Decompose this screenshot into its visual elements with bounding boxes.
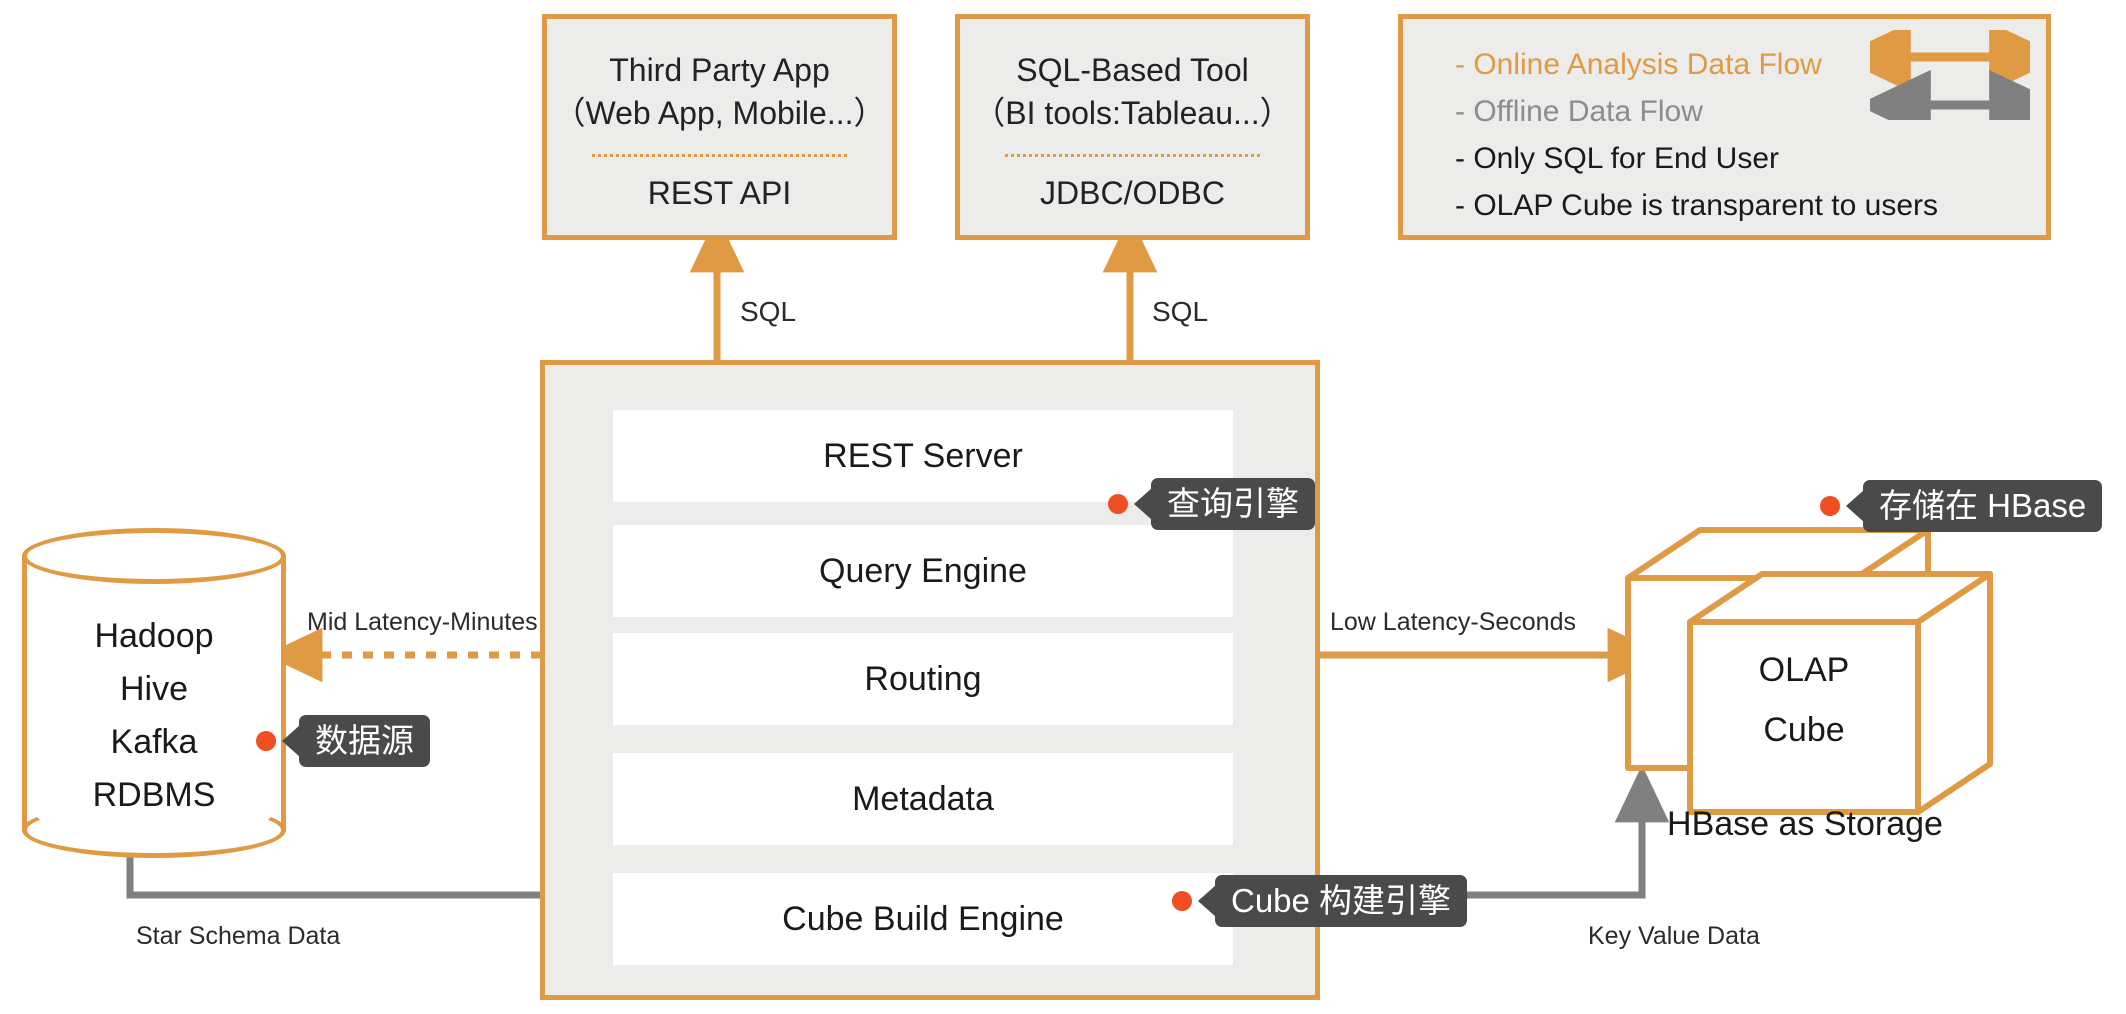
tooltip-text: 查询引擎 [1151, 478, 1315, 530]
tooltip-data-source[interactable]: 数据源 [256, 715, 430, 767]
star-schema-label: Star Schema Data [136, 922, 340, 951]
data-source-labels: Hadoop Hive Kafka RDBMS [22, 610, 286, 822]
kylin-row-label: Query Engine [819, 552, 1027, 591]
tooltip-text: 存储在 HBase [1863, 480, 2102, 532]
tooltip-text: Cube 构建引擎 [1215, 875, 1467, 927]
callout-pointer-icon [1134, 488, 1152, 520]
marker-dot-icon [256, 731, 276, 751]
sql-based-tool-subtitle: （BI tools:Tableau...） [973, 92, 1291, 135]
legend-arrow-layer [1870, 30, 2030, 120]
third-party-app-divider [592, 154, 847, 157]
marker-dot-icon [1820, 496, 1840, 516]
kylin-row-metadata[interactable]: Metadata [613, 753, 1233, 845]
star-schema-arrow [130, 855, 598, 895]
kylin-row-label: REST Server [823, 437, 1023, 476]
cylinder-top [22, 528, 286, 584]
callout-pointer-icon [1198, 885, 1216, 917]
olap-cube-label: OLAP Cube [1690, 640, 1918, 760]
sql-based-tool-protocol: JDBC/ODBC [1040, 175, 1225, 212]
sql-label-right: SQL [1152, 296, 1208, 328]
third-party-app-protocol: REST API [648, 175, 791, 212]
low-latency-label: Low Latency-Seconds [1330, 608, 1576, 637]
marker-dot-icon [1172, 891, 1192, 911]
sql-based-tool-title: SQL-Based Tool [1016, 49, 1248, 92]
kylin-row-label: Cube Build Engine [782, 900, 1064, 939]
data-source-cylinder[interactable]: Hadoop Hive Kafka RDBMS [22, 528, 286, 858]
callout-pointer-icon [282, 725, 300, 757]
legend-label: - OLAP Cube is transparent to users [1455, 189, 1938, 223]
legend-item-only-sql-for-end-user: - Only SQL for End User [1403, 135, 2046, 182]
olap-cube-line1: OLAP [1690, 640, 1918, 700]
legend-item-olap-cube-transparent: - OLAP Cube is transparent to users [1403, 182, 2046, 229]
legend-label: - Only SQL for End User [1455, 142, 1779, 176]
third-party-app-title: Third Party App [609, 49, 830, 92]
kylin-row-routing[interactable]: Routing [613, 633, 1233, 725]
legend-label: - Offline Data Flow [1455, 95, 1703, 129]
data-source-line: Kafka [22, 716, 286, 769]
data-source-line: RDBMS [22, 769, 286, 822]
callout-pointer-icon [1846, 490, 1864, 522]
marker-dot-icon [1108, 494, 1128, 514]
key-value-label: Key Value Data [1588, 922, 1760, 951]
third-party-app-box[interactable]: Third Party App （Web App, Mobile...） RES… [542, 14, 897, 240]
olap-cube-line2: Cube [1690, 700, 1918, 760]
sql-based-tool-box[interactable]: SQL-Based Tool （BI tools:Tableau...） JDB… [955, 14, 1310, 240]
kylin-row-label: Routing [864, 660, 981, 699]
tooltip-hbase-storage[interactable]: 存储在 HBase [1820, 480, 2102, 532]
hbase-storage-caption: HBase as Storage [1610, 805, 2000, 844]
data-source-line: Hive [22, 663, 286, 716]
kylin-row-query-engine[interactable]: Query Engine [613, 525, 1233, 617]
sql-label-left: SQL [740, 296, 796, 328]
kylin-row-cube-build-engine[interactable]: Cube Build Engine [613, 873, 1233, 965]
architecture-diagram: Third Party App （Web App, Mobile...） RES… [0, 0, 2126, 1014]
data-source-line: Hadoop [22, 610, 286, 663]
mid-latency-label: Mid Latency-Minutes [307, 608, 538, 637]
kylin-row-label: Metadata [852, 780, 994, 819]
third-party-app-subtitle: （Web App, Mobile...） [553, 92, 885, 135]
sql-based-tool-divider [1005, 154, 1260, 157]
tooltip-query-engine[interactable]: 查询引擎 [1108, 478, 1315, 530]
legend-label: - Online Analysis Data Flow [1455, 48, 1822, 82]
tooltip-cube-build-engine[interactable]: Cube 构建引擎 [1172, 875, 1467, 927]
tooltip-text: 数据源 [299, 715, 430, 767]
